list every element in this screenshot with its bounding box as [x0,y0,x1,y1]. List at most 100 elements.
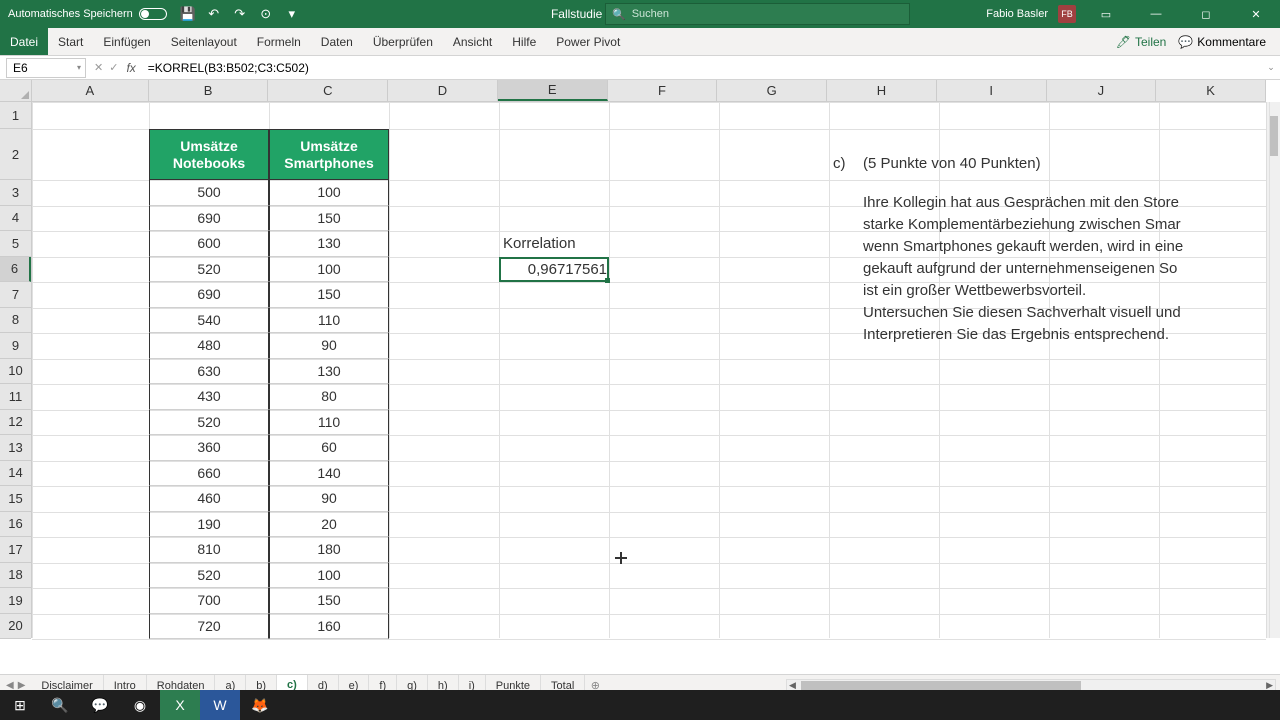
ribbon-display-icon[interactable]: ▭ [1086,0,1126,28]
app-icon-1[interactable]: 💬 [80,690,120,720]
search-taskbar-icon[interactable]: 🔍 [40,690,80,720]
cancel-formula-icon[interactable]: ✕ [94,61,103,74]
table-cell[interactable]: 110 [269,410,389,436]
app-icon-obs[interactable]: ◉ [120,690,160,720]
column-header-G[interactable]: G [717,80,827,101]
ribbon-tab-power pivot[interactable]: Power Pivot [546,28,630,55]
column-header-A[interactable]: A [32,80,149,101]
row-header-18[interactable]: 18 [0,563,31,589]
table-cell[interactable]: 520 [149,257,269,283]
column-header-H[interactable]: H [827,80,937,101]
table-cell[interactable]: 90 [269,333,389,359]
undo-icon[interactable]: ↶ [207,7,221,21]
table-cell[interactable]: 700 [149,588,269,614]
row-header-9[interactable]: 9 [0,333,31,359]
column-header-F[interactable]: F [608,80,718,101]
row-header-14[interactable]: 14 [0,461,31,487]
table-cell[interactable]: 690 [149,282,269,308]
column-header-B[interactable]: B [149,80,269,101]
row-header-10[interactable]: 10 [0,359,31,385]
table-cell[interactable]: 130 [269,231,389,257]
name-box[interactable]: E6 [6,58,86,78]
start-button[interactable]: ⊞ [0,690,40,720]
ribbon-tab-seitenlayout[interactable]: Seitenlayout [161,28,247,55]
row-header-13[interactable]: 13 [0,435,31,461]
select-all-corner[interactable] [0,80,32,102]
table-cell[interactable]: 690 [149,206,269,232]
column-header-I[interactable]: I [937,80,1047,101]
row-header-12[interactable]: 12 [0,410,31,436]
maximize-button[interactable]: ◻ [1186,0,1226,28]
touch-mode-icon[interactable]: ⊙ [259,7,273,21]
table-cell[interactable]: 360 [149,435,269,461]
table-cell[interactable]: 90 [269,486,389,512]
table-cell[interactable]: 630 [149,359,269,385]
autosave-toggle[interactable] [139,8,167,20]
table-cell[interactable]: 100 [269,257,389,283]
column-header-D[interactable]: D [388,80,498,101]
table-cell[interactable]: 500 [149,180,269,206]
app-icon-excel[interactable]: X [160,690,200,720]
ribbon-tab-einfügen[interactable]: Einfügen [93,28,160,55]
ribbon-tab-datei[interactable]: Datei [0,28,48,55]
table-cell[interactable]: 540 [149,308,269,334]
user-name[interactable]: Fabio Basler [986,8,1048,20]
autosave-control[interactable]: Automatisches Speichern [8,8,167,20]
column-header-C[interactable]: C [268,80,388,101]
table-cell[interactable]: 180 [269,537,389,563]
accept-formula-icon[interactable]: ✓ [109,61,118,74]
row-header-16[interactable]: 16 [0,512,31,538]
spreadsheet-grid[interactable]: ABCDEFGHIJK 1234567891011121314151617181… [0,80,1280,638]
table-cell[interactable]: 660 [149,461,269,487]
row-header-19[interactable]: 19 [0,588,31,614]
table-cell[interactable]: 150 [269,588,389,614]
ribbon-tab-überprüfen[interactable]: Überprüfen [363,28,443,55]
app-icon-firefox[interactable]: 🦊 [240,690,280,720]
ribbon-tab-start[interactable]: Start [48,28,93,55]
close-button[interactable]: ✕ [1236,0,1276,28]
table-cell[interactable]: 720 [149,614,269,640]
expand-formula-icon[interactable]: ⌄ [1262,62,1280,73]
row-header-6[interactable]: 6 [0,257,31,283]
row-header-11[interactable]: 11 [0,384,31,410]
column-header-E[interactable]: E [498,80,608,101]
row-header-15[interactable]: 15 [0,486,31,512]
table-cell[interactable]: 60 [269,435,389,461]
table-cell[interactable]: 150 [269,282,389,308]
redo-icon[interactable]: ↷ [233,7,247,21]
row-header-20[interactable]: 20 [0,614,31,640]
table-cell[interactable]: 600 [149,231,269,257]
row-header-17[interactable]: 17 [0,537,31,563]
ribbon-tab-ansicht[interactable]: Ansicht [443,28,502,55]
save-icon[interactable]: 💾 [181,7,195,21]
table-cell[interactable]: 80 [269,384,389,410]
table-cell[interactable]: 190 [149,512,269,538]
table-cell[interactable]: 20 [269,512,389,538]
share-button[interactable]: 🖊 Teilen [1116,35,1167,49]
ribbon-tab-hilfe[interactable]: Hilfe [502,28,546,55]
ribbon-tab-daten[interactable]: Daten [311,28,363,55]
customize-qat-icon[interactable]: ▾ [285,7,299,21]
table-cell[interactable]: 520 [149,410,269,436]
row-header-3[interactable]: 3 [0,180,31,206]
table-cell[interactable]: 480 [149,333,269,359]
row-header-5[interactable]: 5 [0,231,31,257]
row-header-8[interactable]: 8 [0,308,31,334]
fx-icon[interactable]: fx [126,61,135,75]
formula-input[interactable]: =KORREL(B3:B502;C3:C502) [144,58,1262,78]
table-cell[interactable]: 100 [269,563,389,589]
table-cell[interactable]: 150 [269,206,389,232]
row-header-1[interactable]: 1 [0,102,31,129]
row-header-7[interactable]: 7 [0,282,31,308]
table-cell[interactable]: 140 [269,461,389,487]
search-box[interactable]: 🔍 Suchen [605,3,910,25]
table-cell[interactable]: 810 [149,537,269,563]
table-cell[interactable]: 520 [149,563,269,589]
table-cell[interactable]: 110 [269,308,389,334]
row-header-2[interactable]: 2 [0,129,31,180]
app-icon-word[interactable]: W [200,690,240,720]
ribbon-tab-formeln[interactable]: Formeln [247,28,311,55]
table-cell[interactable]: 430 [149,384,269,410]
table-cell[interactable]: 130 [269,359,389,385]
table-cell[interactable]: 160 [269,614,389,640]
